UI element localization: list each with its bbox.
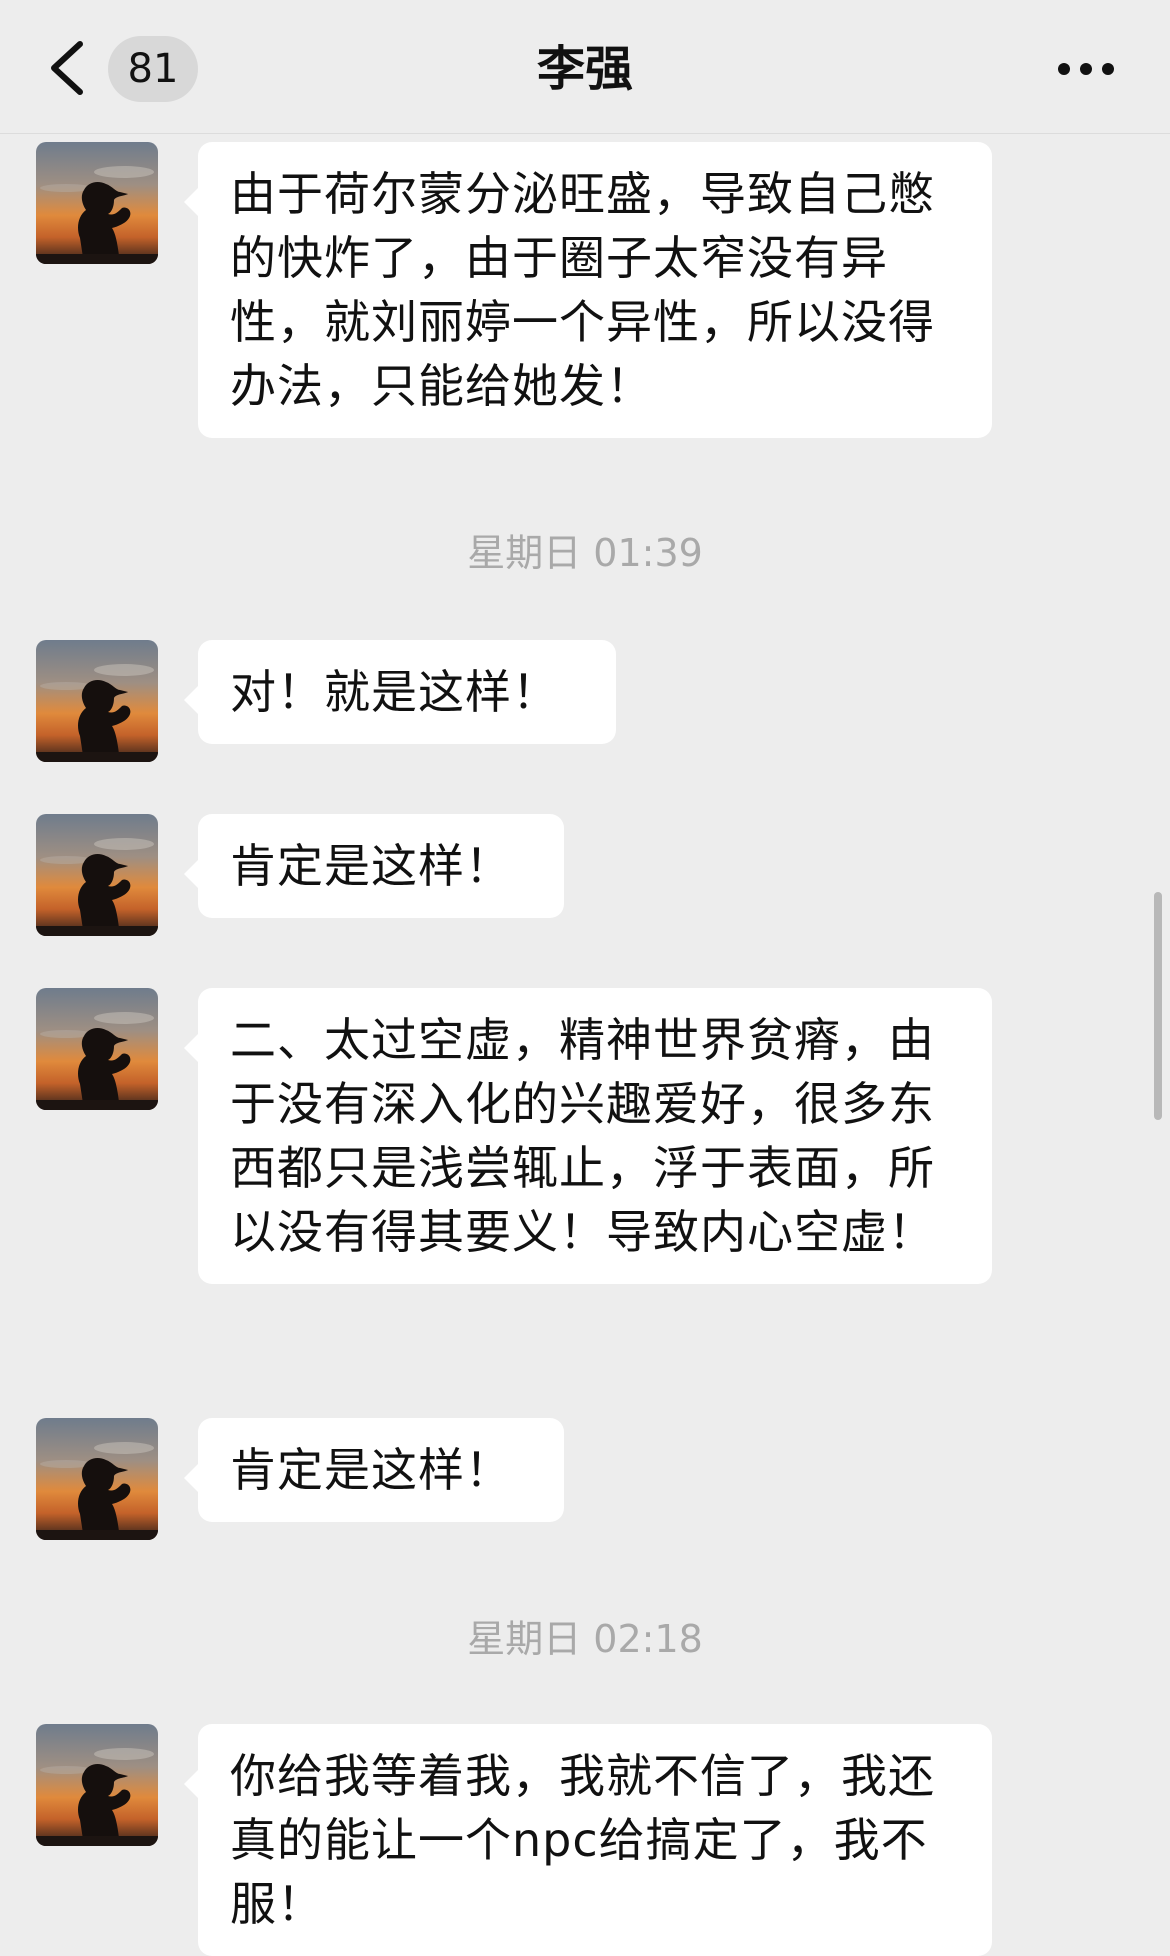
avatar[interactable] (36, 640, 158, 762)
avatar-image (36, 142, 158, 264)
avatar-image (36, 1724, 158, 1846)
message-bubble[interactable]: 二、太过空虚，精神世界贫瘠，由于没有深入化的兴趣爱好，很多东西都只是浅尝辄止，浮… (184, 988, 992, 1284)
avatar[interactable] (36, 1724, 158, 1846)
more-dots-icon (1058, 63, 1070, 75)
avatar-image (36, 1418, 158, 1540)
avatar[interactable] (36, 988, 158, 1110)
message-bubble[interactable]: 肯定是这样！ (184, 1418, 564, 1522)
scrollbar[interactable] (1154, 892, 1162, 1120)
avatar[interactable] (36, 142, 158, 264)
avatar-image (36, 988, 158, 1110)
chat-title: 李强 (536, 41, 633, 97)
avatar-image (36, 814, 158, 936)
message-bubble[interactable]: 你给我等着我，我就不信了，我还真的能让一个npc给搞定了，我不服！ (184, 1724, 992, 1956)
chat-header: 81 李强 (0, 0, 1170, 134)
avatar-image (36, 640, 158, 762)
message-bubble[interactable]: 由于荷尔蒙分泌旺盛，导致自己憋的快炸了，由于圈子太窄没有异性，就刘丽婷一个异性，… (184, 142, 992, 438)
message-bubble[interactable]: 肯定是这样！ (184, 814, 564, 918)
timestamp: 星期日 02:18 (467, 1617, 703, 1661)
message-bubble[interactable]: 对！就是这样！ (184, 640, 616, 744)
avatar[interactable] (36, 1418, 158, 1540)
avatar[interactable] (36, 814, 158, 936)
more-button[interactable] (1056, 56, 1116, 82)
timestamp: 星期日 01:39 (467, 531, 703, 575)
